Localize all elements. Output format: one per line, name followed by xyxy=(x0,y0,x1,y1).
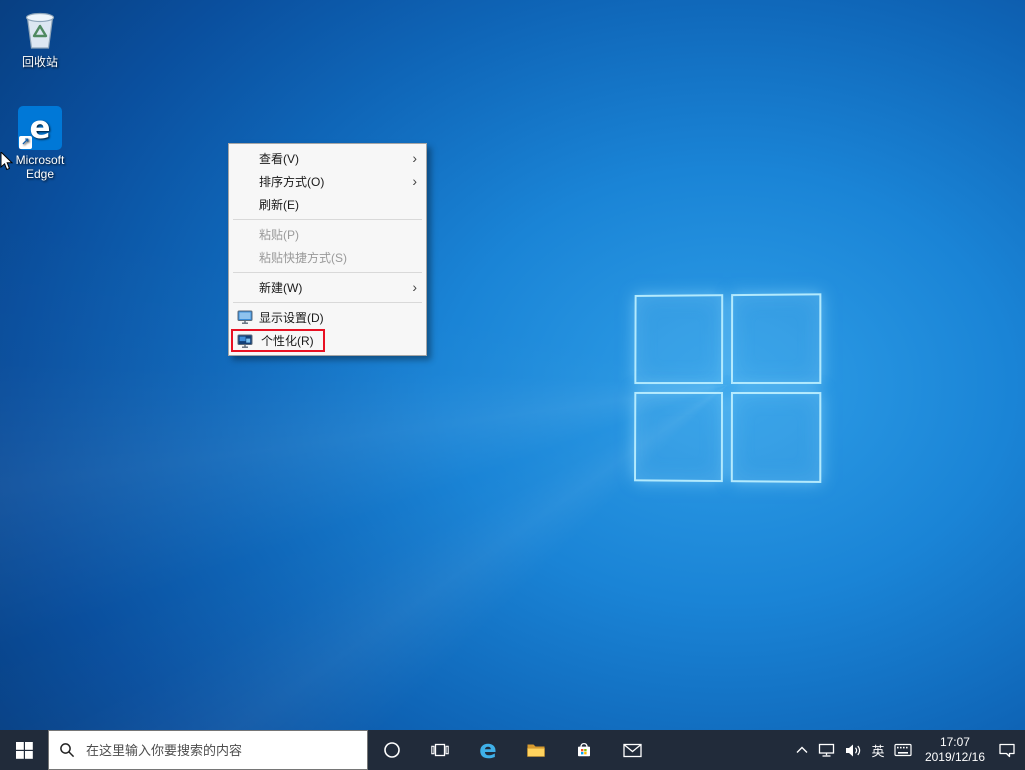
edge-icon: e ↗ xyxy=(18,106,62,150)
taskbar-clock[interactable]: 17:07 2019/12/16 xyxy=(917,735,993,765)
clock-date: 2019/12/16 xyxy=(925,750,985,765)
clock-time: 17:07 xyxy=(940,735,970,750)
windows-logo-watermark xyxy=(634,293,821,483)
context-menu-item-refresh[interactable]: 刷新(E) xyxy=(229,193,426,216)
desktop: 回收站 e ↗ Microsoft Edge 查看(V) › 排序方式(O) ›… xyxy=(0,0,1025,770)
context-menu-item-display-settings[interactable]: 显示设置(D) xyxy=(229,306,426,329)
search-input[interactable] xyxy=(84,742,357,759)
menu-separator xyxy=(233,272,422,273)
context-menu-item-new[interactable]: 新建(W) › xyxy=(229,276,426,299)
context-menu-item-view[interactable]: 查看(V) › xyxy=(229,147,426,170)
search-icon xyxy=(59,742,75,758)
context-menu-item-paste-shortcut[interactable]: 粘贴快捷方式(S) xyxy=(229,246,426,269)
file-explorer-icon xyxy=(526,741,546,759)
edge-icon: e xyxy=(479,737,497,763)
ime-language-indicator[interactable]: 英 xyxy=(867,730,889,770)
recycle-bin-label: 回收站 xyxy=(22,55,58,69)
submenu-arrow-icon: › xyxy=(412,279,417,295)
windows-logo-pane xyxy=(731,392,822,483)
desktop-context-menu: 查看(V) › 排序方式(O) › 刷新(E) 粘贴(P) 粘贴快捷方式(S) … xyxy=(228,143,427,356)
submenu-arrow-icon: › xyxy=(412,173,417,189)
mail-button[interactable] xyxy=(608,730,656,770)
network-ethernet-icon xyxy=(818,743,835,758)
action-center-icon xyxy=(998,742,1016,758)
windows-logo-pane xyxy=(731,293,821,384)
desktop-wallpaper[interactable] xyxy=(0,0,1025,770)
taskbar-search-box[interactable] xyxy=(48,730,368,770)
network-tray-button[interactable] xyxy=(813,730,840,770)
recycle-bin-icon xyxy=(19,6,61,52)
cortana-button[interactable] xyxy=(368,730,416,770)
recycle-bin-desktop-icon[interactable]: 回收站 xyxy=(1,6,79,69)
taskbar: e xyxy=(0,730,1025,770)
start-button[interactable] xyxy=(0,730,48,770)
task-view-icon xyxy=(431,741,449,759)
menu-separator xyxy=(233,219,422,220)
task-view-button[interactable] xyxy=(416,730,464,770)
touch-keyboard-button[interactable] xyxy=(889,730,917,770)
windows-logo-pane xyxy=(634,392,723,482)
file-explorer-button[interactable] xyxy=(512,730,560,770)
context-menu-item-sort-by[interactable]: 排序方式(O) › xyxy=(229,170,426,193)
edge-label: Microsoft Edge xyxy=(1,153,79,181)
annotation-highlight-box: 个性化(R) xyxy=(231,329,325,352)
chevron-up-icon xyxy=(796,746,808,754)
speaker-icon xyxy=(845,743,862,758)
edge-taskbar-button[interactable]: e xyxy=(464,730,512,770)
volume-tray-button[interactable] xyxy=(840,730,867,770)
submenu-arrow-icon: › xyxy=(412,150,417,166)
personalize-icon xyxy=(237,333,253,349)
shortcut-arrow-icon: ↗ xyxy=(19,136,32,149)
store-button[interactable] xyxy=(560,730,608,770)
tray-show-hidden-icons-button[interactable] xyxy=(791,730,813,770)
edge-desktop-icon[interactable]: e ↗ Microsoft Edge xyxy=(1,106,79,181)
display-settings-icon xyxy=(237,309,253,325)
cortana-icon xyxy=(383,741,401,759)
mail-icon xyxy=(623,743,642,758)
windows-logo-pane xyxy=(634,294,723,384)
touch-keyboard-icon xyxy=(894,743,912,757)
context-menu-item-personalize[interactable]: 个性化(R) xyxy=(229,329,426,352)
action-center-button[interactable] xyxy=(993,730,1021,770)
menu-separator xyxy=(233,302,422,303)
microsoft-store-icon xyxy=(575,741,593,759)
windows-start-icon xyxy=(16,742,33,759)
context-menu-item-paste[interactable]: 粘贴(P) xyxy=(229,223,426,246)
system-tray: 英 17:07 2019/12/16 xyxy=(791,730,1025,770)
